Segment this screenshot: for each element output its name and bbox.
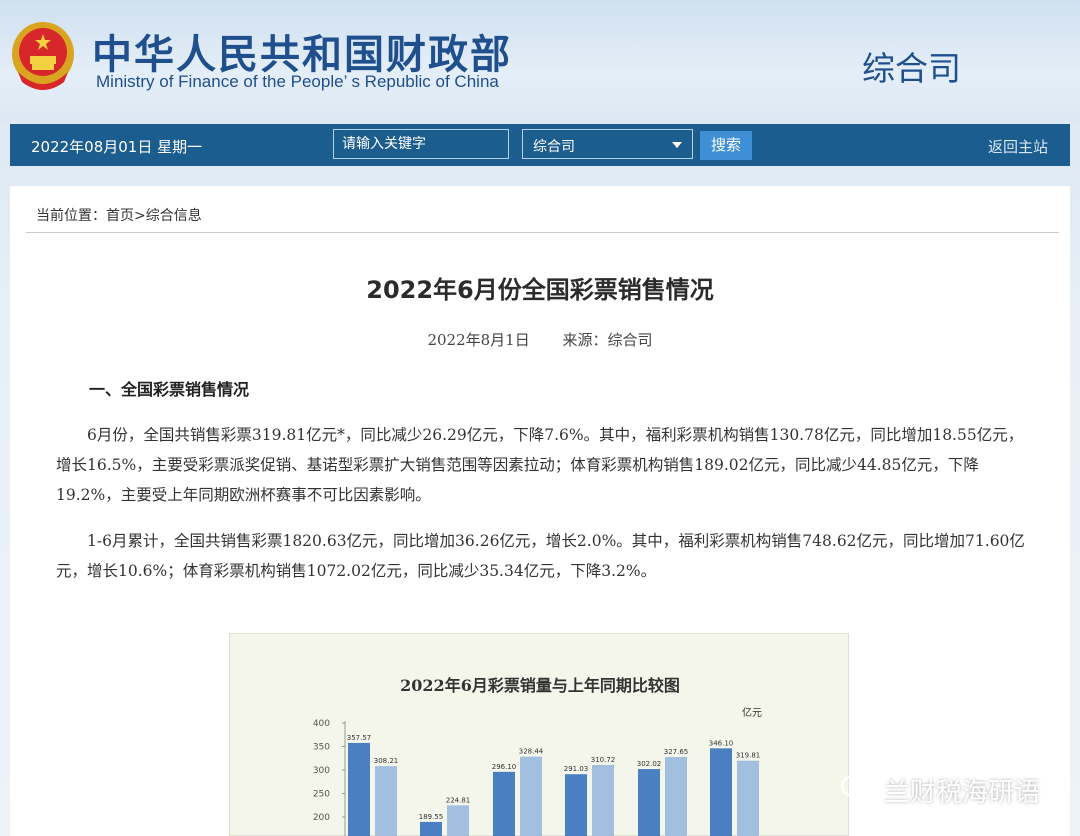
article-source: 来源：综合司 [562, 331, 653, 349]
bar-data-label: 346.10 [709, 739, 734, 747]
breadcrumb: 当前位置：首页>综合信息 [36, 205, 202, 225]
watermark-text: 兰财税海研语 [884, 778, 1041, 808]
bar-data-label: 291.03 [564, 765, 589, 773]
bar [638, 769, 660, 836]
bar-data-label: 319.81 [736, 752, 761, 760]
bar [737, 760, 759, 836]
wechat-icon [840, 774, 876, 802]
bar [375, 766, 397, 836]
bar [520, 756, 542, 836]
bar-data-label: 302.02 [637, 760, 662, 768]
chevron-down-icon [672, 142, 682, 148]
bar [493, 771, 515, 836]
y-tick-label: 250 [313, 790, 330, 800]
breadcrumb-current-link[interactable]: 综合信息 [146, 208, 202, 224]
site-header: 中华人民共和国财政部 Ministry of Finance of the Pe… [0, 0, 1080, 122]
bar-data-label: 328.44 [519, 748, 544, 756]
y-tick-label: 350 [313, 743, 330, 753]
ministry-title-en: Ministry of Finance of the People’ s Rep… [96, 72, 499, 91]
bar-data-label: 224.81 [446, 796, 471, 804]
bar [592, 764, 614, 836]
department-name: 综合司 [862, 49, 961, 88]
sales-chart: 2022年6月彩票销量与上年同期比较图 亿元 200 250 300 350 400 357… [229, 633, 849, 836]
breadcrumb-separator: > [134, 208, 146, 224]
bar-data-label: 357.57 [347, 734, 372, 742]
bar [348, 742, 370, 836]
chart-unit-label: 亿元 [742, 706, 762, 719]
bar-data-label: 310.72 [591, 756, 616, 764]
watermark: 兰财税海研语 [840, 770, 1060, 810]
bar-data-label: 296.10 [492, 763, 517, 771]
bar-data-label: 308.21 [374, 757, 399, 765]
chart-plot: 亿元 200 250 300 350 400 357.57 308.21 189.55 224.8… [313, 706, 762, 836]
article-panel: 当前位置：首页>综合信息 2022年6月份全国彩票销售情况 2022年8月1日 … [10, 186, 1070, 836]
department-select-value: 综合司 [533, 139, 575, 155]
search-button[interactable]: 搜索 [700, 131, 752, 160]
article-paragraph: 6月份，全国共销售彩票319.81亿元*，同比减少26.29亿元，下降7.6%。… [56, 426, 1024, 504]
bar-data-label: 189.55 [419, 813, 444, 821]
y-tick-label: 200 [313, 813, 330, 823]
breadcrumb-home-link[interactable]: 首页 [106, 208, 134, 224]
bar [665, 757, 687, 836]
bar [447, 805, 469, 836]
nav-bar: 2022年08月01日 星期一 综合司 搜索 返回主站 [10, 124, 1070, 166]
article-title: 2022年6月份全国彩票销售情况 [366, 276, 714, 304]
bar [710, 748, 732, 836]
current-date: 2022年08月01日 星期一 [31, 138, 203, 156]
national-emblem-icon [12, 22, 74, 90]
y-tick-label: 300 [313, 766, 330, 776]
search-input[interactable] [333, 129, 509, 159]
department-select[interactable]: 综合司 [522, 129, 693, 159]
bar-data-label: 327.65 [664, 748, 689, 756]
divider [26, 232, 1059, 233]
bar [420, 821, 442, 836]
section-heading: 一、全国彩票销售情况 [89, 380, 250, 399]
home-link[interactable]: 返回主站 [988, 136, 1048, 157]
bar [565, 774, 587, 836]
article-date: 2022年8月1日 [427, 331, 530, 349]
article-meta: 2022年8月1日 来源：综合司 [10, 329, 1070, 350]
breadcrumb-label: 当前位置： [36, 208, 106, 224]
y-tick-label: 400 [313, 719, 330, 729]
article-paragraph: 1-6月累计，全国共销售彩票1820.63亿元，同比增加36.26亿元，增长2.… [56, 532, 1025, 580]
